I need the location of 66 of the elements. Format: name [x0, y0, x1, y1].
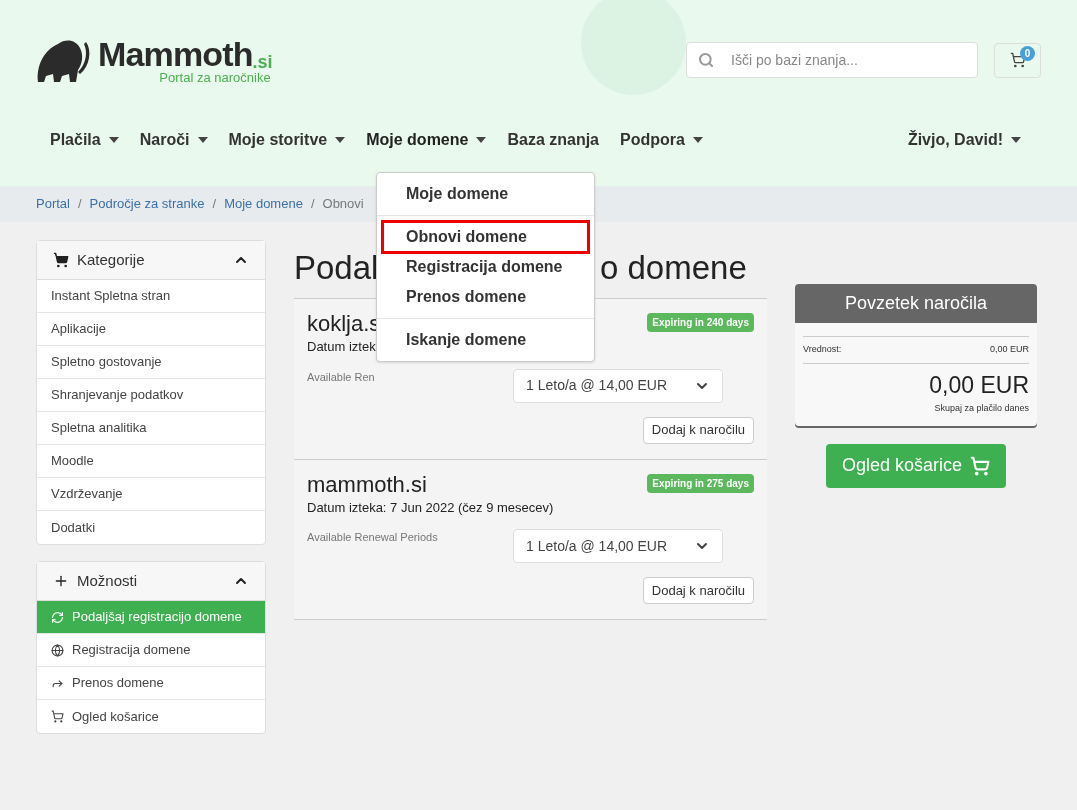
renewal-period-label: Available Renewal Periods: [307, 530, 438, 545]
sidebar-link[interactable]: Moodle: [37, 445, 265, 478]
logo-domain: .si: [252, 53, 273, 71]
sidebar-link[interactable]: Registracija domene: [37, 634, 265, 667]
sidebar-link[interactable]: Vzdrževanje: [37, 478, 265, 511]
sidebar-link[interactable]: Spletna analitika: [37, 412, 265, 445]
user-menu[interactable]: Živjo, David!: [907, 128, 1021, 152]
breadcrumb-separator: /: [77, 195, 82, 214]
page-title: Podal: [294, 249, 379, 287]
nav-menu-item[interactable]: Plačila: [50, 128, 119, 152]
breadcrumb-separator: /: [212, 195, 217, 214]
globe-icon: [51, 643, 64, 657]
cart-icon: [1009, 52, 1026, 68]
refresh-icon: [51, 610, 64, 624]
add-to-order-button[interactable]: Dodaj k naročilu: [642, 577, 754, 604]
cart-count-badge: 0: [1020, 45, 1035, 61]
cart-icon: [51, 710, 64, 723]
summary-title: Povzetek naročila: [795, 284, 1037, 323]
sidebar-link[interactable]: Shranjevanje podatkov: [37, 379, 265, 412]
dropdown-item[interactable]: Iskanje domene: [383, 325, 588, 355]
domain-name: mammoth.si: [307, 471, 428, 498]
dropdown-item[interactable]: Moje domene: [383, 179, 588, 209]
renewal-period-select[interactable]: 1 Leto/a @ 14,00 EUR: [513, 529, 723, 563]
renewal-period-select[interactable]: 1 Leto/a @ 14,00 EUR: [513, 368, 723, 403]
panel-title: Kategorije: [77, 249, 145, 270]
logo-tagline: Portal za naročnike: [159, 71, 271, 84]
breadcrumb-link[interactable]: Moje domene: [224, 194, 303, 214]
nav-menu-item[interactable]: Podpora: [620, 128, 703, 152]
subtotal-value: 0,00 EUR: [989, 343, 1029, 356]
logo[interactable]: Mammoth.si Portal za naročnike: [36, 36, 273, 84]
expiry-badge: Expiring in 275 days: [647, 473, 754, 493]
renewal-period-label: Available Ren: [307, 369, 375, 385]
panel-title: Možnosti: [77, 570, 138, 591]
search-field[interactable]: Išči po bazi znanja...: [686, 42, 978, 78]
sidebar-link[interactable]: Ogled košarice: [37, 700, 265, 733]
sidebar-link[interactable]: Spletno gostovanje: [37, 346, 265, 379]
caret-icon: [1011, 137, 1021, 143]
nav-menu-item[interactable]: Moje storitve: [228, 128, 346, 152]
total-amount: 0,00 EUR: [928, 370, 1029, 400]
sidebar-link[interactable]: Prenos domene: [37, 667, 265, 700]
sidebar-link[interactable]: Aplikacije: [37, 313, 265, 346]
add-to-order-button[interactable]: Dodaj k naročilu: [642, 416, 754, 444]
dropdown-item[interactable]: Prenos domene: [383, 282, 588, 312]
domain-name: koklja.s: [307, 311, 381, 337]
dropdown-item[interactable]: Registracija domene: [383, 252, 588, 282]
nav-menu-item[interactable]: Baza znanja: [507, 128, 599, 152]
breadcrumb-separator: /: [310, 195, 315, 214]
expiry-date: Datum iztek: [307, 338, 377, 356]
logo-wordmark: Mammoth: [98, 37, 253, 71]
total-label: Skupaj za plačilo danes: [933, 402, 1029, 415]
sidebar-link[interactable]: Dodatki: [37, 511, 265, 544]
expiry-date: Datum izteka: 7 Jun 2022 (čez 9 mesecev): [307, 498, 554, 517]
cart-icon: [53, 252, 69, 268]
plus-icon: [53, 573, 69, 589]
dropdown-item[interactable]: Obnovi domene: [383, 222, 588, 252]
expiry-badge: Expiring in 240 days: [647, 313, 754, 332]
breadcrumb-link[interactable]: Obnovi: [322, 194, 364, 214]
subtotal-label: Vrednost:: [803, 343, 842, 356]
cart-icon: [970, 455, 991, 476]
sidebar-link[interactable]: Instant Spletna stran: [37, 280, 265, 313]
search-icon: [698, 52, 714, 68]
breadcrumb-link[interactable]: Področje za stranke: [89, 194, 205, 214]
nav-menu-item[interactable]: Moje domene: [366, 128, 487, 152]
page-title: o domene: [600, 248, 747, 289]
nav-menu-item[interactable]: Naroči: [139, 128, 208, 152]
breadcrumb-link[interactable]: Portal: [36, 194, 70, 214]
